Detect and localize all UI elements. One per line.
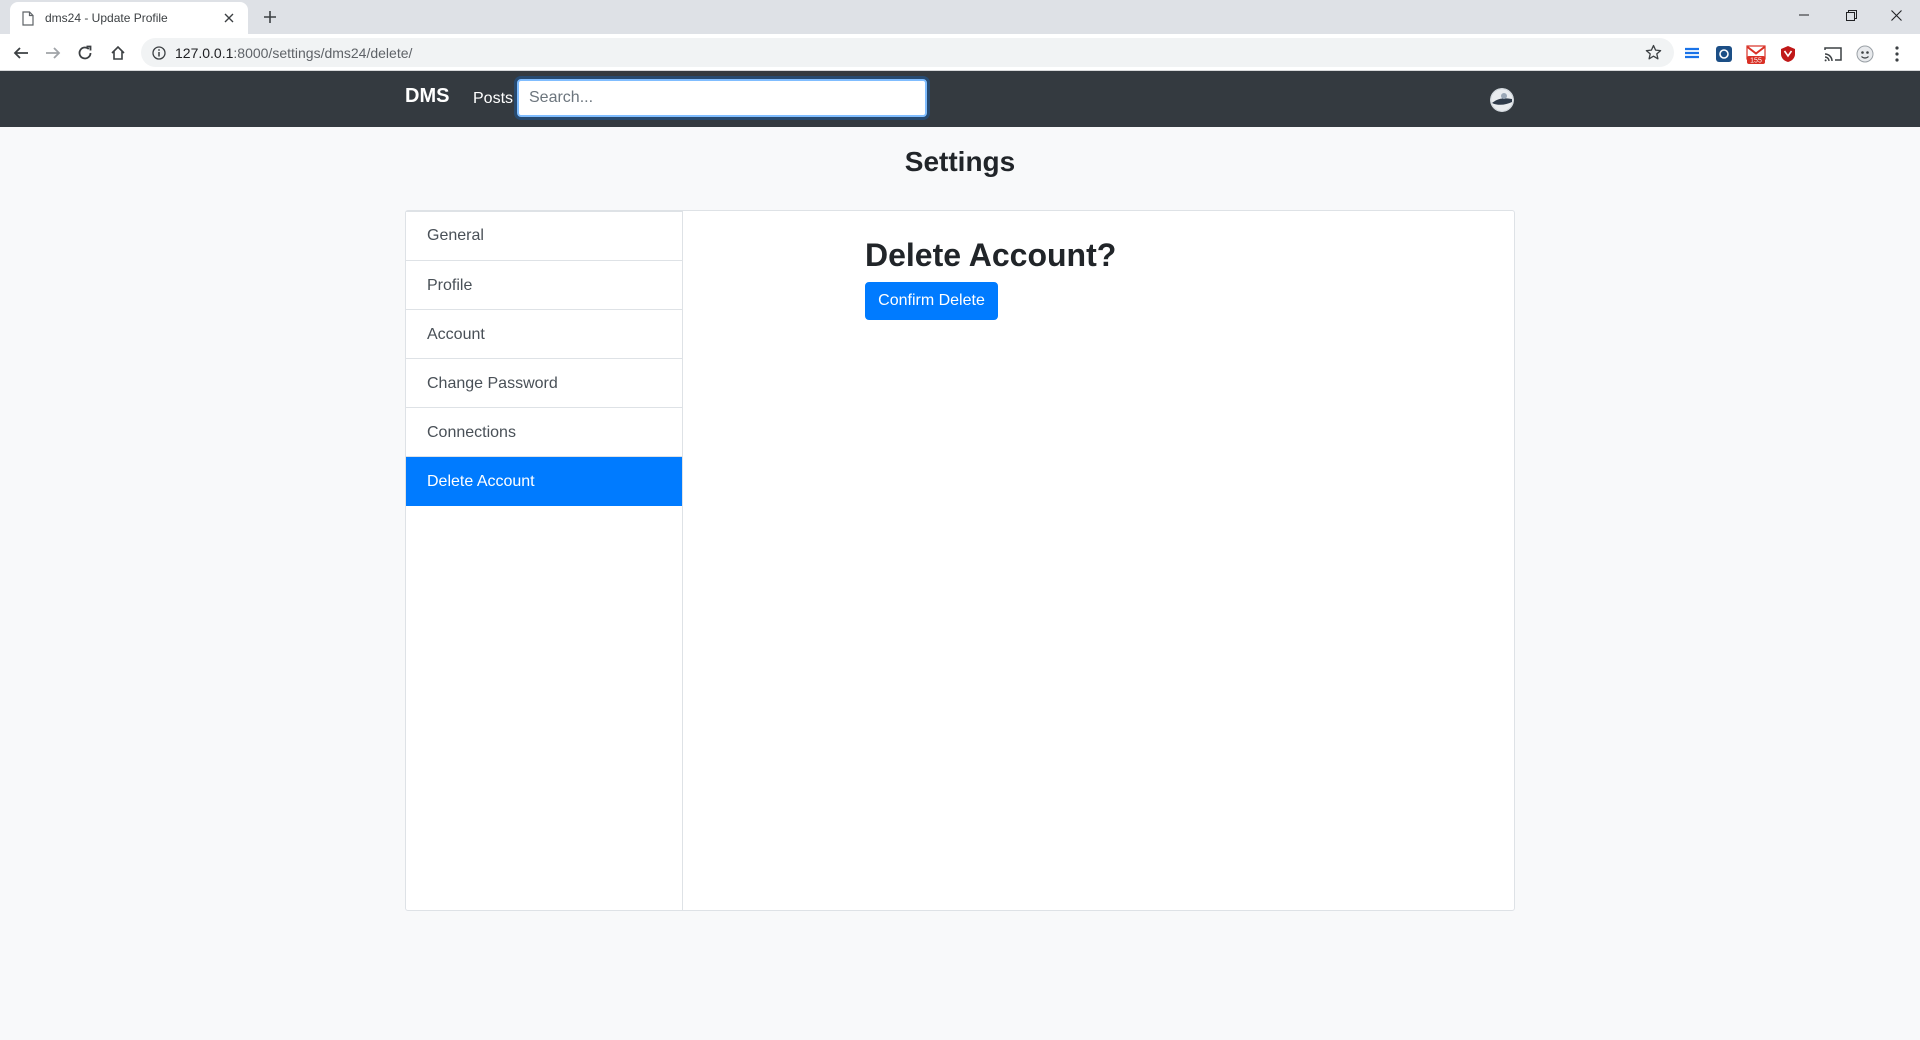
gmail-extension-icon[interactable]: 155 [1746,44,1766,64]
delete-account-heading: Delete Account? [865,237,1117,273]
restore-icon[interactable] [1831,4,1871,26]
bookmark-star-icon[interactable] [1645,44,1662,61]
profile-avatar-icon[interactable] [1855,44,1875,64]
sidebar-item-profile[interactable]: Profile [406,261,682,310]
settings-main-panel: Delete Account? Confirm Delete [683,211,1514,910]
close-window-icon[interactable] [1876,4,1916,26]
browser-menu-icon[interactable] [1887,44,1907,64]
url-host: 127.0.0.1 [175,44,234,61]
settings-sidebar: General Profile Account Change Password … [406,211,683,910]
close-tab-icon[interactable] [220,9,238,27]
user-avatar[interactable] [1490,88,1514,112]
browser-tabstrip: dms24 - Update Profile [0,0,1920,34]
new-tab-icon[interactable] [260,7,280,27]
cast-icon[interactable] [1823,44,1843,64]
page-title: Settings [904,146,1016,177]
app-navbar: DMS Posts [0,71,1920,127]
back-icon[interactable] [9,41,33,65]
shield-extension-icon[interactable] [1714,44,1734,64]
nav-link-posts[interactable]: Posts [473,90,513,108]
browser-toolbar: 127.0.0.1:8000/settings/dms24/delete/ 15… [0,34,1920,71]
sidebar-item-change-password[interactable]: Change Password [406,359,682,408]
tab-title: dms24 - Update Profile [45,11,168,25]
address-bar[interactable]: 127.0.0.1:8000/settings/dms24/delete/ [141,38,1674,67]
confirm-delete-button[interactable]: Confirm Delete [865,282,998,320]
search-input[interactable] [517,79,927,117]
mcafee-extension-icon[interactable] [1778,44,1798,64]
home-icon[interactable] [106,41,130,65]
minimize-icon[interactable] [1784,4,1824,26]
forward-icon[interactable] [41,41,65,65]
sidebar-item-connections[interactable]: Connections [406,408,682,457]
layers-extension-icon[interactable] [1682,44,1702,64]
reload-icon[interactable] [73,41,97,65]
info-icon[interactable] [151,45,167,61]
gmail-badge-count: 155 [1750,58,1762,65]
page-icon [22,10,34,26]
sidebar-item-account[interactable]: Account [406,310,682,359]
brand-logo[interactable]: DMS [405,85,449,108]
url-path: :8000/settings/dms24/delete/ [233,44,413,61]
sidebar-item-general[interactable]: General [406,211,682,261]
settings-card: General Profile Account Change Password … [405,210,1515,911]
browser-tab[interactable]: dms24 - Update Profile [10,2,248,34]
sidebar-item-delete-account[interactable]: Delete Account [406,457,682,506]
